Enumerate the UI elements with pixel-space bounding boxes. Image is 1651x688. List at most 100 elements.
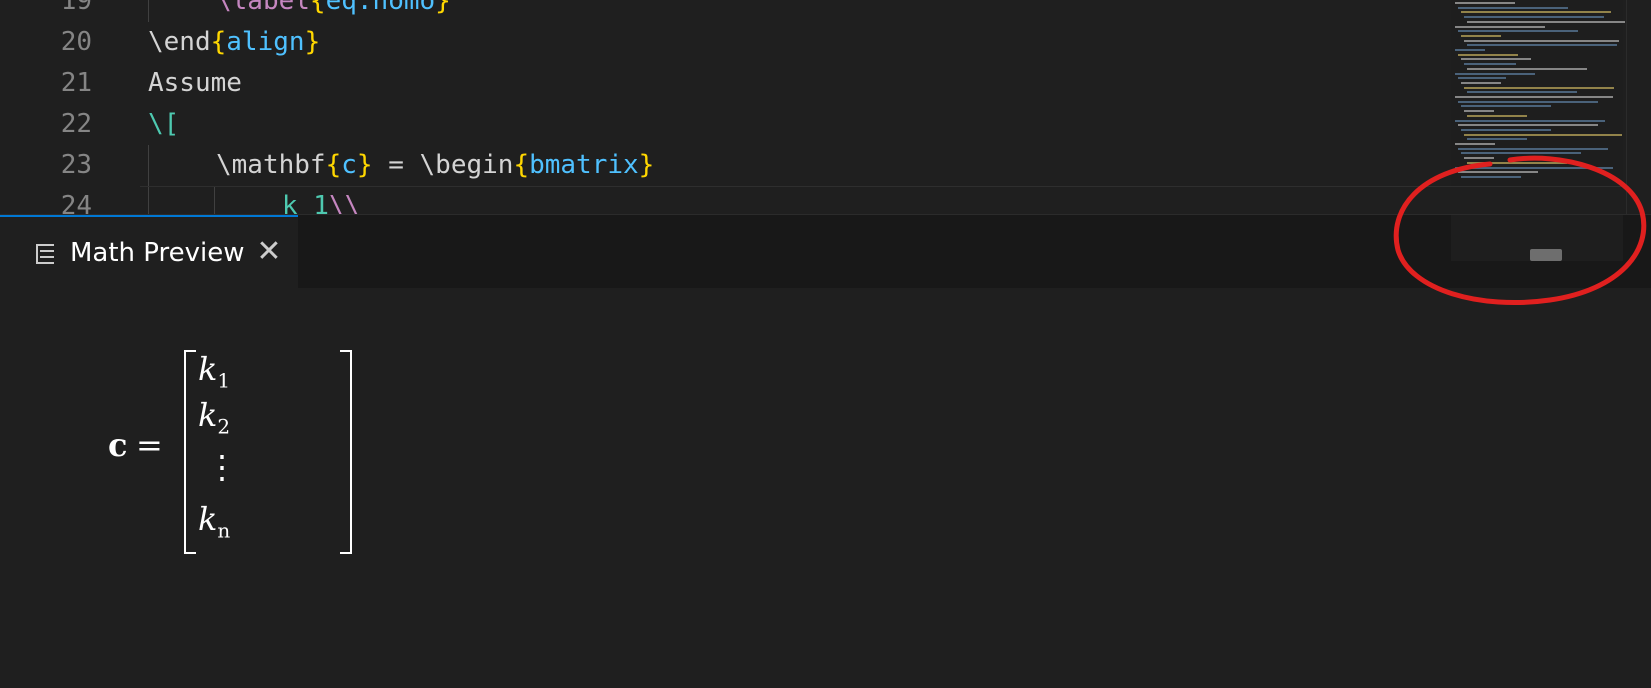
minimap-line bbox=[1455, 143, 1495, 145]
minimap-line bbox=[1455, 96, 1613, 98]
code-token: } bbox=[435, 0, 451, 16]
minimap-line bbox=[1461, 105, 1551, 108]
minimap-line bbox=[1455, 25, 1545, 28]
code-editor[interactable]: 19 \label{eq:homo} 20 \end{align} 21 Assume 22… bbox=[0, 0, 1651, 214]
code-line[interactable]: 21 Assume bbox=[0, 63, 1440, 104]
minimap-line bbox=[1464, 63, 1516, 66]
matrix-right-bracket bbox=[340, 350, 352, 554]
minimap-line bbox=[1458, 124, 1598, 127]
matrix-entry: kn bbox=[198, 500, 230, 542]
matrix-entry-subscript: 2 bbox=[217, 414, 231, 439]
minimap-line bbox=[1467, 138, 1527, 141]
matrix-entry-base: k bbox=[198, 500, 218, 538]
code-token: \[ bbox=[148, 109, 180, 139]
minimap-line bbox=[1455, 72, 1535, 75]
code-token: \label bbox=[216, 0, 310, 16]
code-token: align bbox=[226, 27, 305, 57]
line-number: 22 bbox=[60, 109, 92, 139]
minimap-line bbox=[1464, 157, 1494, 160]
minimap-line bbox=[1464, 133, 1622, 136]
matrix-entry: k2 bbox=[198, 396, 230, 438]
code-token: { bbox=[325, 150, 342, 180]
indent-guide bbox=[148, 145, 149, 186]
current-line-highlight bbox=[140, 186, 1623, 214]
minimap-line bbox=[1455, 49, 1485, 51]
line-number: 21 bbox=[60, 68, 92, 98]
code-token: = bbox=[372, 150, 420, 180]
code-token: } bbox=[638, 150, 655, 180]
minimap-line bbox=[1458, 171, 1538, 174]
minimap-line bbox=[1458, 147, 1608, 150]
minimap-line bbox=[1461, 152, 1581, 155]
minimap-line bbox=[1458, 100, 1598, 103]
minimap-line bbox=[1461, 11, 1611, 14]
equation-equals: = bbox=[136, 426, 163, 464]
minimap-line bbox=[1467, 114, 1527, 117]
code-token: Assume bbox=[148, 68, 242, 98]
code-text: \[ bbox=[148, 104, 179, 145]
minimap-line bbox=[1458, 30, 1578, 33]
code-line[interactable]: 23 \mathbf{c} = \begin{bmatrix} bbox=[0, 145, 1440, 186]
code-token: \end bbox=[148, 27, 211, 57]
code-token: bmatrix bbox=[529, 150, 639, 180]
minimap-line bbox=[1461, 175, 1521, 178]
close-icon[interactable]: ✕ bbox=[254, 237, 284, 267]
code-token: { bbox=[210, 27, 227, 57]
editor-scrollbar[interactable] bbox=[1626, 0, 1651, 214]
minimap-line bbox=[1464, 110, 1494, 113]
matrix-left-bracket bbox=[184, 350, 196, 554]
code-token: eq:homo bbox=[325, 0, 436, 16]
code-token: \mathbf bbox=[216, 150, 326, 180]
code-text: \mathbf{c} = \begin{bmatrix} bbox=[216, 145, 654, 186]
code-text: \end{align} bbox=[148, 22, 320, 63]
panel-header: Math Preview ✕ bbox=[0, 214, 1651, 289]
minimap-line bbox=[1458, 53, 1518, 56]
matrix-entry-base: k bbox=[198, 350, 218, 388]
indent-guide bbox=[148, 0, 149, 22]
panel-scroll-thumb[interactable] bbox=[1530, 249, 1562, 261]
code-token: \begin bbox=[419, 150, 514, 180]
minimap-line bbox=[1461, 81, 1501, 84]
editor-lines[interactable]: 19 \label{eq:homo} 20 \end{align} 21 Assume 22… bbox=[0, 0, 1440, 214]
matrix-entry-subscript: n bbox=[217, 518, 231, 543]
line-number: 24 bbox=[60, 191, 92, 214]
minimap-line bbox=[1464, 86, 1614, 89]
line-number: 20 bbox=[60, 27, 92, 57]
tab-label: Math Preview bbox=[70, 238, 245, 268]
minimap-line bbox=[1464, 16, 1604, 19]
code-token: { bbox=[309, 0, 326, 16]
preview-lines-icon bbox=[36, 243, 56, 265]
minimap-line bbox=[1458, 6, 1568, 9]
minimap-line bbox=[1464, 39, 1619, 42]
code-token: } bbox=[304, 27, 321, 57]
rendered-equation: c = k1 k2 ⋮ kn bbox=[108, 350, 352, 560]
code-token: { bbox=[513, 150, 530, 180]
line-number: 23 bbox=[60, 150, 92, 180]
code-line[interactable]: 20 \end{align} bbox=[0, 22, 1440, 63]
code-token: } bbox=[356, 150, 373, 180]
matrix-entry: k1 bbox=[198, 350, 230, 392]
minimap-line bbox=[1467, 67, 1587, 70]
code-text: Assume bbox=[148, 63, 242, 104]
line-number: 19 bbox=[60, 0, 92, 16]
math-preview-body: c = k1 k2 ⋮ kn bbox=[0, 288, 1651, 688]
matrix-entry-base: ⋮ bbox=[206, 448, 238, 486]
matrix-entry-subscript: 1 bbox=[217, 368, 231, 393]
tab-math-preview[interactable]: Math Preview ✕ bbox=[0, 215, 298, 289]
matrix-entry: ⋮ bbox=[206, 448, 238, 486]
code-line[interactable]: 22 \[ bbox=[0, 104, 1440, 145]
code-line[interactable]: 19 \label{eq:homo} bbox=[0, 0, 1440, 22]
minimap-line bbox=[1455, 166, 1613, 169]
code-token: c bbox=[341, 150, 357, 180]
minimap-line bbox=[1467, 161, 1567, 164]
minimap-line bbox=[1467, 20, 1625, 23]
minimap[interactable] bbox=[1451, 0, 1625, 186]
minimap-line bbox=[1461, 58, 1531, 61]
minimap-line bbox=[1461, 128, 1551, 131]
code-text: \label{eq:homo} bbox=[216, 0, 451, 22]
minimap-line bbox=[1455, 2, 1515, 4]
equation-lhs: c bbox=[108, 426, 128, 464]
minimap-line bbox=[1467, 44, 1617, 47]
minimap-line bbox=[1458, 77, 1506, 80]
minimap-line bbox=[1467, 91, 1577, 94]
